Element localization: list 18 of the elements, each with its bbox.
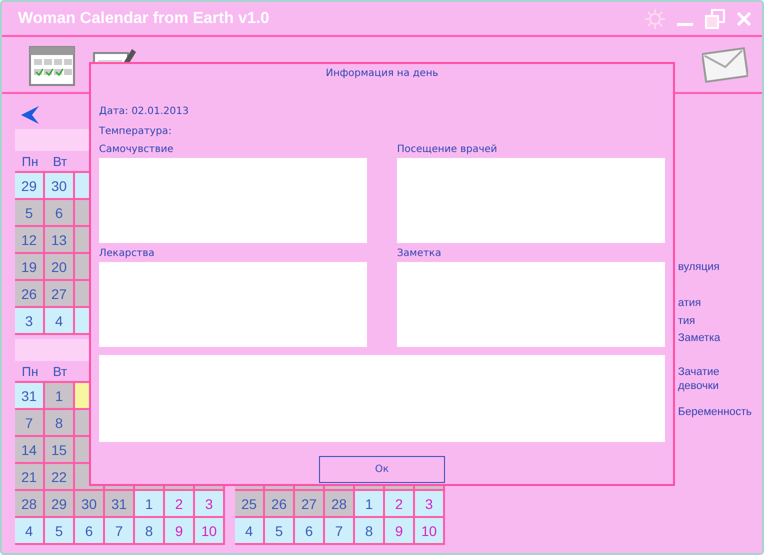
legend-label: Зачатие девочки [678,365,720,393]
dialog-title: Информация на день [324,68,440,81]
temperature-label: Температура: [99,126,173,138]
window-title: Woman Calendar from Earth v1.0 [18,10,270,28]
legend-label: Беременность [678,405,753,419]
weekday-label: Вт [52,154,68,168]
weekday-label: Вт [52,364,68,378]
legend-label: атия [678,296,702,310]
field-label: Заметка [397,248,442,261]
legend-label: тия [678,314,696,328]
field-label: Самочувствие [99,144,174,157]
legend-label: вуляция [678,260,721,274]
legend-label: Заметка [678,331,722,345]
weekday-label: Пн [20,364,40,378]
field-label: Посещение врачей [397,144,498,157]
field-label: Лекарства [99,248,156,261]
date-label: Дата: 02.01.2013 [99,106,190,118]
weekday-label: Пн [20,154,40,168]
